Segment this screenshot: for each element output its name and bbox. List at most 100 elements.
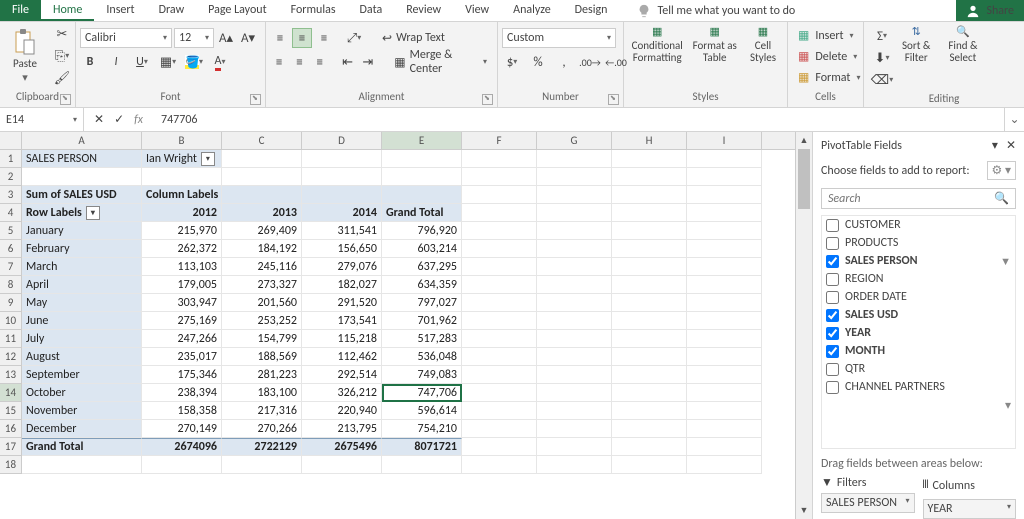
field-item[interactable]: CHANNEL PARTNERS (822, 378, 1015, 396)
cell[interactable] (537, 222, 612, 240)
cell[interactable]: 115,218 (302, 330, 382, 348)
cell[interactable]: 215,970 (142, 222, 222, 240)
cell[interactable]: 2013 (222, 204, 302, 222)
column-area-item[interactable]: YEAR▾ (923, 499, 1017, 519)
cell[interactable] (612, 294, 687, 312)
expand-formula-bar-button[interactable]: ⌄ (1004, 108, 1024, 131)
cell[interactable] (537, 330, 612, 348)
cell[interactable] (687, 240, 762, 258)
cell[interactable] (462, 276, 537, 294)
cell[interactable]: April (22, 276, 142, 294)
cell[interactable] (687, 420, 762, 438)
column-header[interactable]: A (22, 132, 142, 149)
cell[interactable] (612, 312, 687, 330)
tab-formulas[interactable]: Formulas (279, 0, 348, 21)
cell[interactable]: 182,027 (302, 276, 382, 294)
cell[interactable]: 220,940 (302, 402, 382, 420)
row-header[interactable]: 14 (0, 384, 22, 402)
cell[interactable] (537, 420, 612, 438)
cell[interactable]: 754,210 (382, 420, 462, 438)
row-header[interactable]: 10 (0, 312, 22, 330)
cell[interactable]: 291,520 (302, 294, 382, 312)
cell[interactable] (687, 456, 762, 474)
cell[interactable] (222, 186, 302, 204)
cell[interactable] (612, 276, 687, 294)
cell[interactable] (687, 222, 762, 240)
filter-button[interactable]: ▾ (201, 152, 215, 166)
delete-cells-button[interactable]: ▦Delete▾ (792, 47, 863, 66)
decrease-font-button[interactable]: A▾ (238, 28, 258, 48)
tab-insert[interactable]: Insert (94, 0, 146, 21)
field-filter-icon[interactable]: ▼ (1000, 255, 1011, 268)
cell[interactable]: 188,569 (222, 348, 302, 366)
cut-button[interactable]: ✂ (52, 24, 72, 44)
cell[interactable]: July (22, 330, 142, 348)
orientation-button[interactable]: ⤢▾ (344, 28, 364, 48)
cell[interactable] (687, 258, 762, 276)
field-checkbox[interactable] (826, 363, 839, 376)
tab-page-layout[interactable]: Page Layout (196, 0, 278, 21)
row-header[interactable]: 15 (0, 402, 22, 420)
align-left-button[interactable]: ≡ (270, 52, 288, 72)
cell[interactable]: January (22, 222, 142, 240)
cell[interactable] (302, 186, 382, 204)
field-item[interactable]: PRODUCTS (822, 234, 1015, 252)
font-color-button[interactable]: A▾ (210, 52, 230, 72)
column-header[interactable]: F (462, 132, 537, 149)
row-header[interactable]: 8 (0, 276, 22, 294)
fx-icon[interactable]: fx (134, 113, 143, 127)
column-header[interactable]: G (537, 132, 612, 149)
grid-body[interactable]: 1SALES PERSONIan Wright▾23Sum of SALES U… (0, 150, 795, 519)
vertical-scrollbar[interactable]: ▲ ▼ (795, 132, 812, 519)
field-checkbox[interactable] (826, 219, 839, 232)
cell[interactable] (537, 168, 612, 186)
field-checkbox[interactable] (826, 273, 839, 286)
cell[interactable] (222, 456, 302, 474)
field-checkbox[interactable] (826, 309, 839, 322)
cell[interactable]: 275,169 (142, 312, 222, 330)
cell[interactable] (612, 168, 687, 186)
share-button[interactable]: Share (956, 0, 1024, 21)
cell[interactable]: 797,027 (382, 294, 462, 312)
row-header[interactable]: 5 (0, 222, 22, 240)
row-header[interactable]: 2 (0, 168, 22, 186)
cell[interactable] (462, 222, 537, 240)
cell[interactable]: 273,327 (222, 276, 302, 294)
cell[interactable] (612, 456, 687, 474)
field-checkbox[interactable] (826, 237, 839, 250)
cell[interactable] (537, 150, 612, 168)
cell[interactable] (687, 312, 762, 330)
cell[interactable] (222, 168, 302, 186)
tab-data[interactable]: Data (348, 0, 395, 21)
cell[interactable]: 183,100 (222, 384, 302, 402)
field-item[interactable]: CUSTOMER (822, 216, 1015, 234)
tell-me[interactable]: Tell me what you want to do (619, 0, 956, 21)
tab-view[interactable]: View (453, 0, 501, 21)
cell[interactable] (537, 240, 612, 258)
field-checkbox[interactable] (826, 255, 839, 268)
cell[interactable] (612, 366, 687, 384)
cell[interactable] (687, 438, 762, 456)
cell[interactable] (537, 204, 612, 222)
fill-button[interactable]: ⬇▾ (872, 48, 892, 68)
cell[interactable]: June (22, 312, 142, 330)
cell[interactable]: 175,346 (142, 366, 222, 384)
cell[interactable]: Ian Wright▾ (142, 150, 222, 168)
fill-color-button[interactable]: 🪣▾ (184, 52, 204, 72)
number-dialog-launcher[interactable] (608, 94, 619, 105)
cell[interactable] (142, 456, 222, 474)
cancel-formula-icon[interactable]: ✕ (94, 112, 104, 127)
cell[interactable]: 154,799 (222, 330, 302, 348)
cell[interactable]: 749,083 (382, 366, 462, 384)
cell[interactable] (302, 168, 382, 186)
cell[interactable]: 245,116 (222, 258, 302, 276)
cell[interactable] (612, 330, 687, 348)
cell[interactable]: Column Labels▾ (142, 186, 222, 204)
column-header[interactable]: I (687, 132, 762, 149)
cell[interactable] (537, 258, 612, 276)
cell[interactable] (687, 348, 762, 366)
row-header[interactable]: 13 (0, 366, 22, 384)
cell[interactable]: May (22, 294, 142, 312)
cell[interactable]: 796,920 (382, 222, 462, 240)
enter-formula-icon[interactable]: ✓ (114, 112, 124, 127)
